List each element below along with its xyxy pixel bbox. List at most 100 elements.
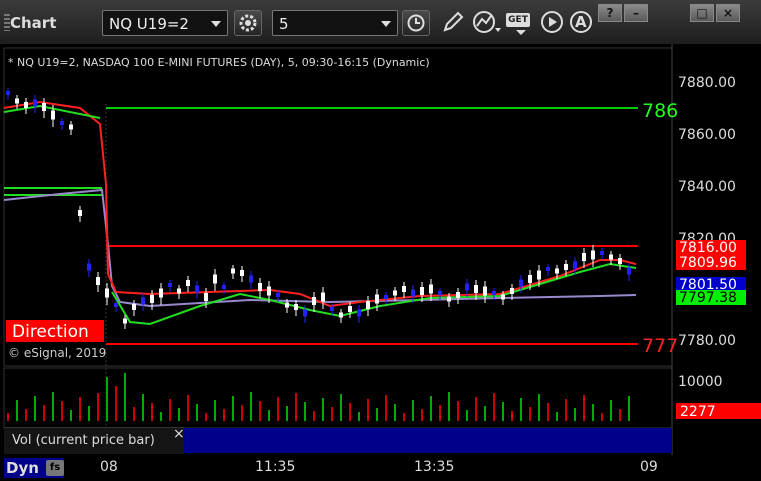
copyright: © eSignal, 2019: [8, 346, 106, 360]
candle-body: [15, 98, 19, 104]
time-button[interactable]: [402, 10, 430, 36]
candle-body: [150, 295, 154, 303]
candle-body: [321, 292, 325, 302]
candle-body: [510, 288, 514, 294]
time-axis[interactable]: Dyn fs 08 11:35 13:35 09: [0, 455, 761, 481]
candle-body: [213, 274, 217, 284]
candle-body: [51, 110, 55, 120]
candle-body: [528, 275, 532, 283]
candle-body: [339, 312, 343, 318]
volume-tag-text: 2277: [680, 404, 716, 420]
study-icon: [473, 11, 501, 33]
candle-body: [402, 286, 406, 292]
settings-button[interactable]: [234, 10, 262, 36]
candle-body: [42, 103, 46, 111]
candle-body: [501, 294, 505, 300]
candle-body: [456, 292, 460, 298]
candle-body: [546, 267, 550, 271]
dynamic-toggle[interactable]: Dyn fs: [4, 458, 64, 478]
candle-body: [609, 254, 613, 260]
candle-body: [555, 268, 559, 274]
candle-body: [465, 283, 469, 291]
study-button[interactable]: [472, 10, 502, 36]
alert-button[interactable]: A: [569, 10, 595, 36]
candle-body: [33, 99, 37, 107]
price-axis-label: 7880.00: [678, 75, 736, 91]
window-title-text: Chart: [10, 14, 57, 32]
candle-body: [474, 285, 478, 293]
candle-body: [483, 286, 487, 296]
interval-select[interactable]: 5: [272, 10, 398, 36]
candle-body: [591, 250, 595, 260]
candle-body: [618, 258, 622, 264]
time-label: 08: [100, 459, 118, 475]
candle-body: [159, 288, 163, 298]
candle-body: [195, 285, 199, 293]
candle-body: [582, 253, 586, 261]
candle-body: [348, 306, 352, 312]
alert-letter: A: [575, 13, 587, 31]
candle-body: [60, 121, 64, 125]
candle-body: [123, 318, 127, 324]
interval-value: 5: [279, 15, 289, 33]
candle-body: [87, 263, 91, 271]
drag-grip[interactable]: [4, 14, 10, 31]
candle-body: [393, 290, 397, 296]
symbol-value: NQ U19=2: [109, 15, 189, 33]
candle-body: [564, 264, 568, 270]
candle-body: [384, 295, 388, 299]
symbol-select[interactable]: NQ U19=2: [102, 10, 228, 36]
candle-body: [600, 251, 604, 255]
minimize-button[interactable]: –: [624, 4, 648, 22]
pencil-icon: [443, 11, 464, 32]
get-button[interactable]: GET: [506, 10, 536, 36]
candle-body: [114, 303, 118, 307]
price-tag-text: 7797.38: [679, 290, 737, 306]
candle-body: [105, 288, 109, 298]
candle-body: [6, 91, 10, 95]
window-title: Chart: [4, 14, 57, 32]
price-chart[interactable]: * NQ U19=2, NASDAQ 100 E-MINI FUTURES (D…: [0, 44, 761, 481]
play-icon: [541, 11, 563, 33]
candle-body: [78, 210, 82, 216]
play-button[interactable]: [540, 10, 566, 36]
candle-body: [366, 301, 370, 309]
candle-body: [573, 261, 577, 269]
close-button[interactable]: ×: [716, 4, 740, 22]
candle-body: [168, 283, 172, 287]
draw-tool-button[interactable]: [441, 10, 467, 36]
candle-body: [438, 291, 442, 295]
candle-body: [276, 293, 280, 297]
help-button[interactable]: ?: [598, 4, 622, 22]
level-label-green: 786: [642, 100, 678, 122]
price-axis-label: 7860.00: [678, 127, 736, 143]
candle-body: [231, 268, 235, 274]
time-label: 09: [640, 459, 658, 475]
candle-body: [240, 270, 244, 276]
candle-body: [285, 302, 289, 308]
candle-body: [294, 304, 298, 310]
time-label: 11:35: [255, 459, 296, 475]
dynamic-label: Dyn: [6, 459, 39, 477]
candle-body: [141, 297, 145, 305]
maximize-button[interactable]: □: [690, 4, 714, 22]
chevron-down-icon: [381, 21, 391, 27]
chevron-down-icon: [516, 30, 526, 35]
price-tag-text: 7809.96: [679, 255, 737, 271]
time-label: 13:35: [414, 459, 455, 475]
candle-body: [627, 267, 631, 275]
close-icon[interactable]: ×: [173, 426, 185, 442]
candle-body: [24, 102, 28, 108]
direction-label: Direction: [12, 322, 89, 342]
volume-axis-top: 10000: [678, 374, 723, 390]
candle-body: [429, 284, 433, 294]
candle-body: [177, 288, 181, 294]
candle-body: [267, 286, 271, 296]
candle-body: [204, 293, 208, 301]
candle-body: [186, 280, 190, 286]
volume-legend[interactable]: Vol (current price bar) ×: [4, 426, 185, 454]
window-titlebar: Chart NQ U19=2 5 GET A ? – □ ×: [0, 0, 761, 45]
candle-body: [375, 294, 379, 304]
price-tag-text: 7816.00: [679, 240, 737, 256]
candle-body: [303, 309, 307, 317]
